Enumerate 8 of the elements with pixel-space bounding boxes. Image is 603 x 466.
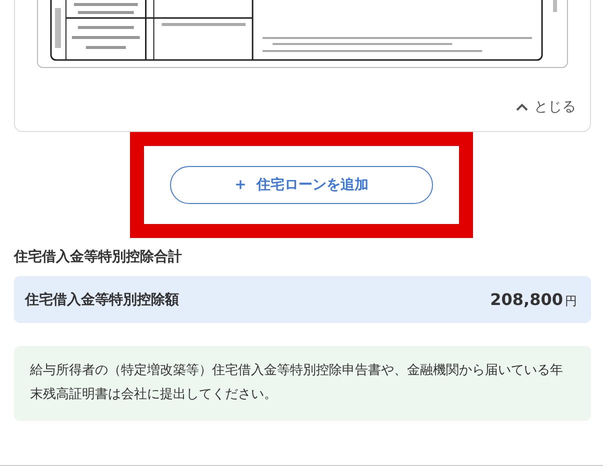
- section-heading: 住宅借入金等特別控除合計: [14, 248, 183, 266]
- chevron-up-icon: [516, 103, 528, 111]
- currency-unit: 円: [565, 292, 577, 310]
- add-loan-button[interactable]: + 住宅ローンを追加: [170, 166, 433, 204]
- deduction-amount: 208,800: [490, 290, 563, 308]
- close-link[interactable]: とじる: [516, 98, 576, 116]
- notice-text: 給与所得者の（特定増改築等）住宅借入金等特別控除申告書や、金融機関から届いている年末残高証明書は会社に提出してください。: [14, 346, 591, 421]
- deduction-label: 住宅借入金等特別控除額: [25, 290, 179, 308]
